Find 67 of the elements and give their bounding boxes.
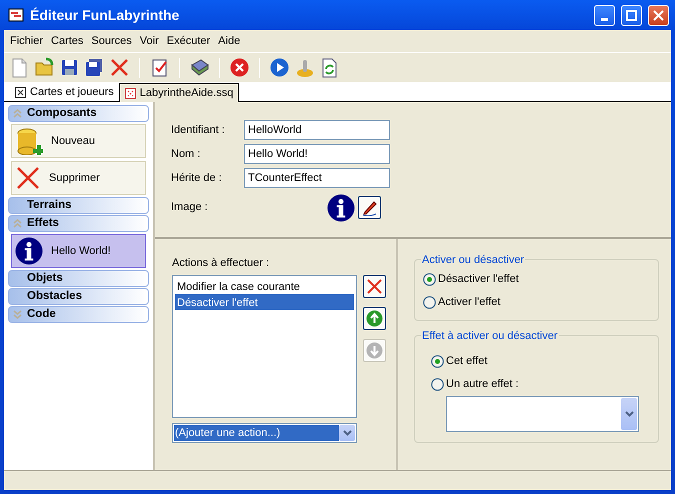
delete-icon xyxy=(109,57,130,78)
save-icon xyxy=(59,57,80,78)
field-label: Identifiant : xyxy=(171,122,226,138)
info-icon xyxy=(327,194,355,222)
add-action-dropdown[interactable]: (Ajouter une action...) xyxy=(172,423,357,443)
radio-unchecked[interactable] xyxy=(423,296,436,309)
joystick-icon xyxy=(294,57,315,78)
move-up-button[interactable] xyxy=(362,306,386,330)
edit-image-button[interactable] xyxy=(358,196,381,219)
text-field[interactable]: Hello World! xyxy=(244,144,390,164)
caret-icon xyxy=(342,430,352,436)
sidebar-section-header[interactable]: Composants xyxy=(8,105,149,122)
radio-unchecked[interactable] xyxy=(431,378,444,391)
radio-label[interactable]: Désactiver l'effet xyxy=(438,271,519,288)
tab[interactable]: LabyrintheAide.ssq xyxy=(118,83,240,102)
list-item[interactable]: Désactiver l'effet xyxy=(175,294,354,310)
maximize-icon xyxy=(626,10,637,20)
minimize-button[interactable] xyxy=(594,4,615,26)
menu-item[interactable]: Fichier xyxy=(6,32,48,51)
close-button[interactable] xyxy=(648,4,669,26)
play-icon xyxy=(269,57,290,78)
text-field[interactable]: HelloWorld xyxy=(244,120,390,140)
menu-item[interactable]: Sources xyxy=(87,32,136,51)
save-all-icon xyxy=(84,57,105,78)
remove-action-button[interactable] xyxy=(362,274,386,298)
sidebar-item[interactable]: Supprimer xyxy=(11,161,146,195)
sidebar-section-header[interactable]: Effets xyxy=(8,215,149,232)
text-field[interactable]: TCounterEffect xyxy=(244,168,390,188)
stop-button[interactable] xyxy=(228,56,251,80)
play-button[interactable] xyxy=(268,56,291,80)
sidebar-section-header[interactable]: Terrains xyxy=(8,197,149,214)
close-icon xyxy=(653,10,664,20)
open-folder-icon xyxy=(34,57,55,78)
stop-icon xyxy=(229,57,250,78)
actions-list[interactable]: Modifier la case courante Désactiver l'effet xyxy=(172,274,357,418)
caret-icon xyxy=(624,411,634,417)
sidebar-item[interactable]: Nouveau xyxy=(11,124,146,158)
sidebar-section-header[interactable]: Obstacles xyxy=(8,288,149,305)
menu-item[interactable]: Cartes xyxy=(47,32,88,51)
info-icon xyxy=(15,237,43,265)
sidebar-section-header[interactable]: Code xyxy=(8,306,149,323)
menu-item[interactable]: Exécuter xyxy=(162,32,214,51)
field-label: Hérite de : xyxy=(171,170,223,186)
delete-icon xyxy=(366,278,382,294)
radio-checked[interactable] xyxy=(431,355,444,368)
app-icon xyxy=(8,8,24,22)
list-item[interactable]: Modifier la case courante xyxy=(175,278,354,294)
database-add-icon xyxy=(15,127,43,155)
radio-checked[interactable] xyxy=(423,273,436,286)
menu-item[interactable]: Aide xyxy=(214,32,244,51)
file-icon xyxy=(124,88,136,98)
radio-label[interactable]: Activer l'effet xyxy=(438,294,500,311)
sidebar-section-header[interactable]: Objets xyxy=(8,270,149,287)
maximize-button[interactable] xyxy=(621,4,642,26)
actions-label: Actions à effectuer : xyxy=(172,256,270,271)
minimize-icon xyxy=(601,18,608,20)
delete-icon xyxy=(15,165,41,191)
field-label: Nom : xyxy=(171,146,202,162)
window-title: Éditeur FunLabyrinthe xyxy=(30,6,180,25)
field-label: Image : xyxy=(171,200,209,216)
radio-label[interactable]: Cet effet xyxy=(446,353,488,370)
effect-dropdown[interactable] xyxy=(446,396,639,432)
file-icon xyxy=(15,87,26,98)
menu-item[interactable]: Voir xyxy=(136,32,163,51)
pencil-icon xyxy=(360,199,378,216)
sidebar-item[interactable]: Hello World! xyxy=(11,234,146,268)
radio-label[interactable]: Un autre effet : xyxy=(446,376,519,393)
